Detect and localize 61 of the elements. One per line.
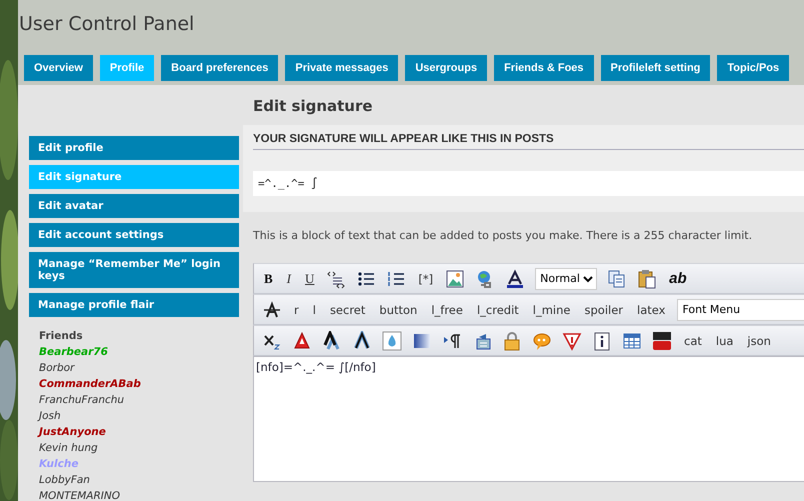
tab[interactable]: Friends & Foes xyxy=(494,55,594,81)
toolbar-button[interactable]: json xyxy=(745,330,773,352)
outline-text-icon[interactable] xyxy=(352,330,372,350)
sidebar-item[interactable]: Edit account settings xyxy=(29,223,239,247)
sidebar-item[interactable]: Edit avatar xyxy=(29,194,239,218)
shadow-text-icon[interactable] xyxy=(322,330,342,350)
tab[interactable]: Usergroups xyxy=(405,55,488,81)
speech-bubble-icon[interactable] xyxy=(532,330,552,350)
toolbar-button[interactable]: latex xyxy=(635,298,668,320)
sidebar-item[interactable]: Manage profile flair xyxy=(29,293,239,317)
size-dropdown[interactable]: Normal xyxy=(535,268,598,290)
tab[interactable]: Private messages xyxy=(285,55,398,81)
toolbar-button[interactable]: spoiler xyxy=(582,298,626,320)
sidebar-item[interactable]: Manage “Remember Me” login keys xyxy=(29,252,239,288)
underline-button[interactable]: U xyxy=(303,268,316,290)
strikethrough-icon[interactable] xyxy=(262,300,282,320)
table-icon[interactable] xyxy=(622,330,642,350)
toolbar-button[interactable]: cat xyxy=(682,330,704,352)
toolbar-button[interactable]: l xyxy=(310,298,318,320)
tab[interactable]: Overview xyxy=(24,55,93,81)
section-heading: Edit signature xyxy=(253,97,374,117)
code-icon[interactable] xyxy=(326,268,346,288)
friend-link[interactable]: CommanderABab xyxy=(39,376,239,392)
toolbar-button[interactable]: [*] xyxy=(416,268,436,290)
signature-text-area[interactable]: [nfo]=^._.^= ∫[/nfo] xyxy=(253,356,804,482)
sidebar-item[interactable]: Edit profile xyxy=(29,136,239,160)
toolbar-button[interactable]: l_credit xyxy=(474,298,521,320)
preview-heading: YOUR SIGNATURE WILL APPEAR LIKE THIS IN POSTS xyxy=(253,133,804,150)
friend-link[interactable]: Borbor xyxy=(39,360,239,376)
toolbar-button[interactable]: ab xyxy=(667,268,689,290)
page-title: User Control Panel xyxy=(18,12,196,37)
friend-link[interactable]: MONTEMARINO xyxy=(39,488,239,501)
toolbar-button[interactable]: l_free xyxy=(429,298,465,320)
toolbar-button[interactable]: secret xyxy=(328,298,368,320)
tab[interactable]: Board preferences xyxy=(161,55,278,81)
friend-link[interactable]: Kevin hung xyxy=(39,440,239,456)
tab[interactable]: Profileleft setting xyxy=(600,55,710,81)
drop-icon[interactable] xyxy=(382,330,402,350)
font-color-icon[interactable] xyxy=(505,268,526,288)
info-icon[interactable] xyxy=(592,330,612,350)
bold-button[interactable]: B xyxy=(262,268,275,290)
image-icon[interactable] xyxy=(445,268,466,288)
copy-icon[interactable] xyxy=(607,268,628,288)
paste-icon[interactable] xyxy=(637,268,658,288)
friend-link[interactable]: LobbyFan xyxy=(39,472,239,488)
friends-heading: Friends xyxy=(39,329,84,344)
friend-link[interactable]: FranchuFranchu xyxy=(39,392,239,408)
friend-link[interactable]: JustAnyone xyxy=(39,424,239,440)
letter-icon[interactable] xyxy=(292,330,312,350)
tab[interactable]: Topic/Pos xyxy=(717,55,790,81)
italic-button[interactable]: I xyxy=(284,268,294,290)
font-menu-field[interactable]: Font Menu xyxy=(677,298,804,320)
toolbar-button[interactable]: button xyxy=(377,298,420,320)
warning-icon[interactable] xyxy=(562,330,582,350)
signature-preview: =^._.^= ∫ xyxy=(253,171,804,196)
toolbar-button[interactable]: lua xyxy=(714,330,736,352)
description-text: This is a block of text that can be added to posts you make. There is a 255 character limit. xyxy=(253,229,754,242)
friend-link[interactable]: Josh xyxy=(39,408,239,424)
toolbar-button[interactable]: l_mine xyxy=(530,298,572,320)
toolbar-button[interactable]: r xyxy=(292,298,301,320)
lock-icon[interactable] xyxy=(502,330,522,350)
